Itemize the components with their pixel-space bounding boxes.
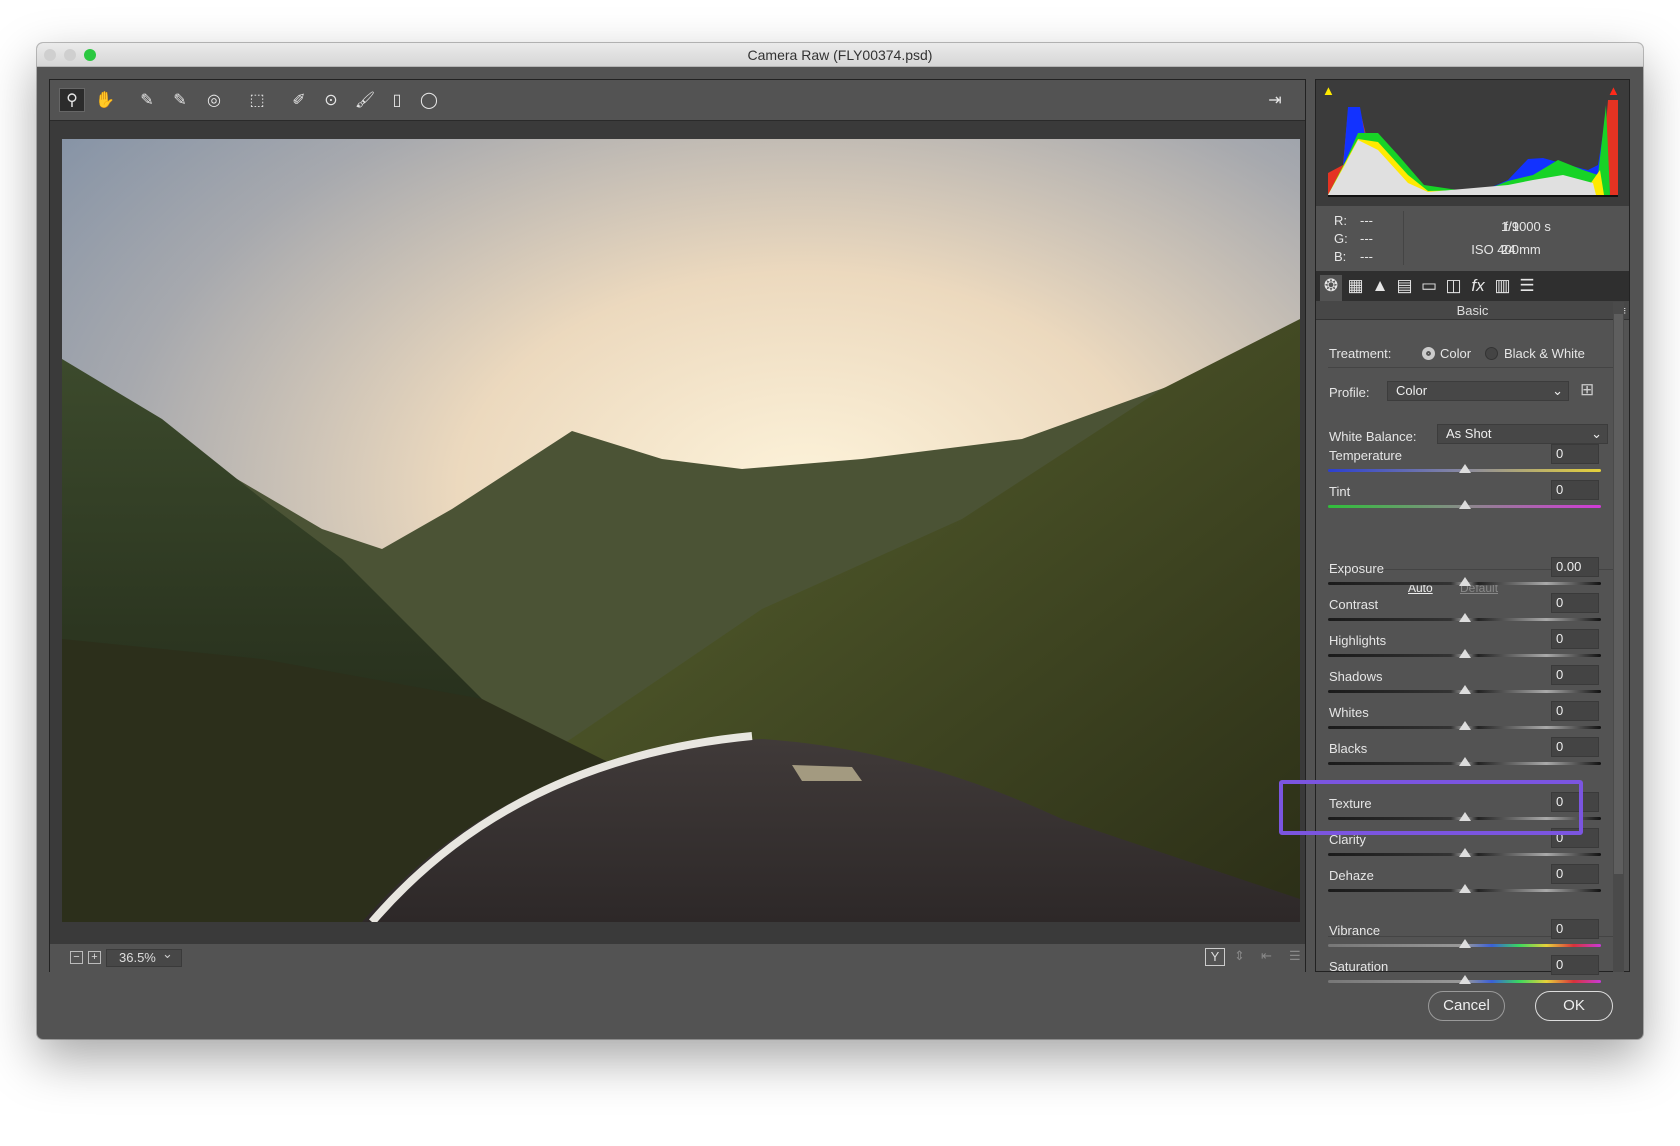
slider-row-highlights: Highlights 0 bbox=[1316, 623, 1616, 663]
whites-label: Whites bbox=[1329, 705, 1369, 720]
treatment-label: Treatment: bbox=[1329, 346, 1392, 361]
treatment-bw-radio[interactable] bbox=[1485, 347, 1498, 360]
zoom-in-button[interactable]: + bbox=[88, 951, 101, 964]
toolbar: ⚲ ✋ ✎ ✎ ◎ ⬚ ✐ ⊙ 🖌 ▯ ◯ ⇥ bbox=[50, 80, 1305, 121]
saturation-slider-thumb[interactable] bbox=[1459, 975, 1471, 984]
slider-row-whites: Whites 0 bbox=[1316, 695, 1616, 735]
targeted-adjustment-tool-icon[interactable]: ◎ bbox=[201, 88, 227, 112]
slider-row-tint: Tint 0 bbox=[1316, 474, 1616, 514]
vibrance-label: Vibrance bbox=[1329, 923, 1381, 938]
slider-row-blacks: Blacks 0 bbox=[1316, 731, 1616, 771]
panel-scrollbar[interactable] bbox=[1613, 302, 1624, 972]
photo-preview[interactable] bbox=[62, 139, 1300, 922]
dehaze-slider-thumb[interactable] bbox=[1459, 884, 1471, 893]
zoom-dropdown-chevron-icon[interactable]: ⌄ bbox=[162, 946, 180, 962]
dehaze-value-field[interactable]: 0 bbox=[1551, 864, 1599, 884]
preview-area: ⚲ ✋ ✎ ✎ ◎ ⬚ ✐ ⊙ 🖌 ▯ ◯ ⇥ − + 36.5% ⌄ Y ⇕ ⇤ ☰ bbox=[49, 79, 1306, 972]
highlights-label: Highlights bbox=[1329, 633, 1387, 648]
spot-removal-tool-icon[interactable]: ✐ bbox=[286, 88, 312, 112]
saturation-value-field[interactable]: 0 bbox=[1551, 955, 1599, 975]
saturation-label: Saturation bbox=[1329, 959, 1389, 974]
divider bbox=[1328, 367, 1614, 368]
clarity-slider-thumb[interactable] bbox=[1459, 848, 1471, 857]
profile-label: Profile: bbox=[1329, 385, 1370, 400]
contrast-value-field[interactable]: 0 bbox=[1551, 593, 1599, 613]
camera-raw-window: Camera Raw (FLY00374.psd) ⚲ ✋ ✎ ✎ ◎ ⬚ ✐ ⊙ 🖌 ▯ ◯ ⇥ −… bbox=[37, 43, 1643, 1039]
highlights-value-field[interactable]: 0 bbox=[1551, 629, 1599, 649]
window-title: Camera Raw (FLY00374.psd) bbox=[747, 47, 933, 63]
close-button[interactable] bbox=[44, 49, 56, 61]
preview-bottom-bar: − + 36.5% ⌄ Y ⇕ ⇤ ☰ bbox=[50, 944, 1305, 972]
texture-highlight-box bbox=[1279, 780, 1583, 835]
basic-controls: Treatment: Color Black & White Profile: … bbox=[1316, 80, 1629, 984]
before-after-view-icon[interactable]: Y bbox=[1205, 948, 1225, 966]
graduated-filter-tool-icon[interactable]: ▯ bbox=[384, 88, 410, 112]
open-preferences-icon[interactable]: ⇥ bbox=[1262, 88, 1288, 112]
tint-label: Tint bbox=[1329, 484, 1351, 499]
transform-tool-icon[interactable]: ⬚ bbox=[244, 88, 270, 112]
minimize-button[interactable] bbox=[64, 49, 76, 61]
color-sampler-tool-icon[interactable]: ✎ bbox=[167, 88, 193, 112]
zoom-out-button[interactable]: − bbox=[70, 951, 83, 964]
title-bar: Camera Raw (FLY00374.psd) bbox=[37, 43, 1643, 67]
toggle-settings-icon[interactable]: ☰ bbox=[1289, 948, 1301, 964]
shadows-value-field[interactable]: 0 bbox=[1551, 665, 1599, 685]
treatment-color-label[interactable]: Color bbox=[1440, 346, 1471, 361]
hand-tool-icon[interactable]: ✋ bbox=[92, 88, 118, 112]
contrast-label: Contrast bbox=[1329, 597, 1379, 612]
vibrance-value-field[interactable]: 0 bbox=[1551, 919, 1599, 939]
shadows-slider-thumb[interactable] bbox=[1459, 685, 1471, 694]
dehaze-label: Dehaze bbox=[1329, 868, 1374, 883]
red-eye-tool-icon[interactable]: ⊙ bbox=[318, 88, 344, 112]
blacks-label: Blacks bbox=[1329, 741, 1368, 756]
slider-row-shadows: Shadows 0 bbox=[1316, 659, 1616, 699]
exposure-slider-thumb[interactable] bbox=[1459, 577, 1471, 586]
chevron-down-icon: ⌄ bbox=[1552, 383, 1563, 398]
contrast-slider-thumb[interactable] bbox=[1459, 613, 1471, 622]
white-balance-tool-icon[interactable]: ✎ bbox=[134, 88, 160, 112]
highlights-slider-thumb[interactable] bbox=[1459, 649, 1471, 658]
exposure-value-field[interactable]: 0.00 bbox=[1551, 557, 1599, 577]
vibrance-slider-thumb[interactable] bbox=[1459, 939, 1471, 948]
landscape-photo bbox=[62, 139, 1300, 922]
exposure-label: Exposure bbox=[1329, 561, 1384, 576]
profile-browser-grid-icon[interactable]: ⊞ bbox=[1580, 380, 1594, 400]
copy-settings-icon[interactable]: ⇤ bbox=[1261, 948, 1272, 964]
adjustment-brush-tool-icon[interactable]: 🖌 bbox=[352, 88, 378, 112]
whites-slider-thumb[interactable] bbox=[1459, 721, 1471, 730]
temperature-slider-thumb[interactable] bbox=[1459, 464, 1471, 473]
blacks-value-field[interactable]: 0 bbox=[1551, 737, 1599, 757]
slider-row-saturation: Saturation 0 bbox=[1316, 949, 1616, 989]
zoom-button[interactable] bbox=[84, 49, 96, 61]
tint-slider-thumb[interactable] bbox=[1459, 500, 1471, 509]
slider-row-exposure: Exposure 0.00 bbox=[1316, 551, 1616, 591]
slider-row-contrast: Contrast 0 bbox=[1316, 587, 1616, 627]
cancel-button[interactable]: Cancel bbox=[1428, 991, 1505, 1021]
temperature-label: Temperature bbox=[1329, 448, 1402, 463]
whites-value-field[interactable]: 0 bbox=[1551, 701, 1599, 721]
tint-value-field[interactable]: 0 bbox=[1551, 480, 1599, 500]
slider-row-vibrance: Vibrance 0 bbox=[1316, 913, 1616, 953]
profile-dropdown[interactable]: Color ⌄ bbox=[1387, 381, 1569, 401]
ok-button[interactable]: OK bbox=[1535, 991, 1613, 1021]
temperature-value-field[interactable]: 0 bbox=[1551, 444, 1599, 464]
treatment-color-radio[interactable] bbox=[1422, 347, 1435, 360]
swap-settings-icon[interactable]: ⇕ bbox=[1234, 948, 1245, 964]
zoom-tool-icon[interactable]: ⚲ bbox=[59, 88, 85, 112]
shadows-label: Shadows bbox=[1329, 669, 1383, 684]
treatment-bw-label[interactable]: Black & White bbox=[1504, 346, 1585, 361]
blacks-slider-thumb[interactable] bbox=[1459, 757, 1471, 766]
profile-value: Color bbox=[1396, 383, 1428, 398]
slider-row-dehaze: Dehaze 0 bbox=[1316, 858, 1616, 898]
slider-row-temperature: Temperature 0 bbox=[1316, 438, 1616, 478]
radial-filter-tool-icon[interactable]: ◯ bbox=[416, 88, 442, 112]
right-panel: ▲ ▲ R: --- G: --- B: --- f/9 1/1000 s IS… bbox=[1315, 79, 1630, 984]
